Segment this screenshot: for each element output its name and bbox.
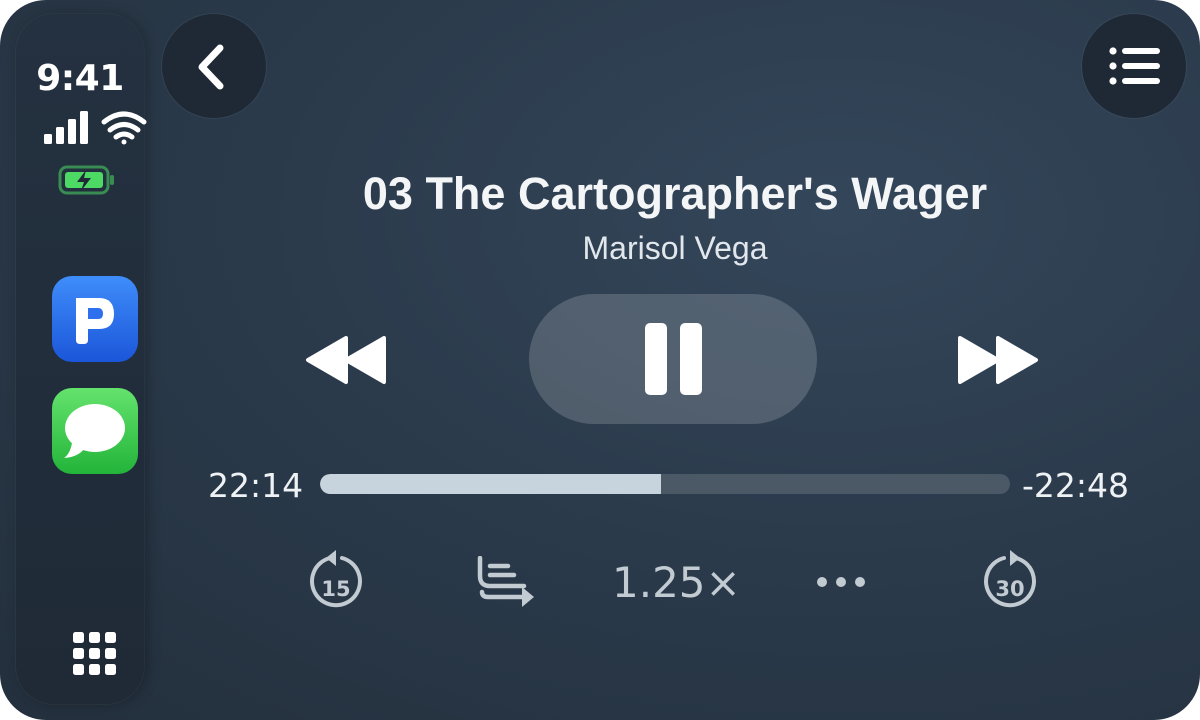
playback-speed-button[interactable]: 1.25× (612, 558, 741, 607)
wifi-icon (101, 111, 147, 145)
skip-forward-30-icon: 30 (984, 550, 1036, 608)
cellular-signal-icon (44, 111, 88, 144)
fast-forward-button[interactable] (952, 330, 1044, 390)
progress-fill (320, 474, 661, 494)
fast-forward-icon (958, 336, 1038, 384)
messages-app-icon[interactable] (52, 388, 138, 474)
podcast-app-icon[interactable] (52, 276, 138, 362)
queue-button[interactable] (1082, 14, 1186, 118)
rewind-icon (306, 336, 386, 384)
sidebar-dock: 9:41 (16, 14, 147, 704)
skip-back-button[interactable]: 15 (306, 550, 366, 618)
skip-forward-button[interactable]: 30 (980, 550, 1040, 618)
elapsed-time: 22:14 (208, 466, 304, 505)
back-button[interactable] (162, 14, 266, 118)
skip-back-label: 15 (321, 577, 350, 601)
progress-scrubber[interactable] (320, 474, 1010, 494)
app-grid-icon[interactable] (73, 632, 117, 676)
status-time: 9:41 (36, 58, 124, 99)
remaining-time: -22:48 (1022, 466, 1130, 505)
status-indicators (44, 111, 147, 145)
next-chapter-icon (477, 555, 534, 607)
episode-title: 03 The Cartographer's Wager (362, 168, 988, 219)
skip-back-15-icon: 15 (310, 550, 362, 608)
chevron-left-icon (198, 44, 224, 90)
pause-icon (645, 323, 702, 395)
rewind-button[interactable] (300, 330, 392, 390)
more-button[interactable] (816, 574, 866, 593)
list-icon (1109, 47, 1160, 85)
skip-forward-label: 30 (995, 577, 1024, 601)
episode-author: Marisol Vega (582, 230, 768, 266)
more-icon (817, 577, 865, 587)
play-pause-button[interactable] (529, 294, 817, 424)
carplay-screen: 9:41 03 The Cartographer's Wager Marisol… (0, 0, 1200, 720)
next-chapter-button[interactable] (474, 555, 538, 612)
battery-charging-icon (58, 165, 114, 195)
